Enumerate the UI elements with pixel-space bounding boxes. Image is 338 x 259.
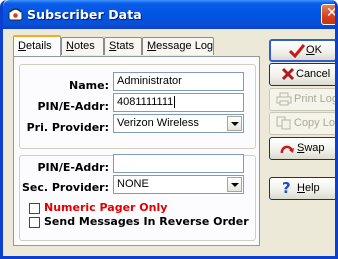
print-log-label: Print Log <box>294 93 338 105</box>
pin-email-label-secondary: PIN/E-Addr: <box>37 161 109 174</box>
copy-log-button[interactable]: Copy Log <box>269 112 338 135</box>
ok-label-rest: K <box>314 44 322 56</box>
swap-label: Swap <box>297 142 325 154</box>
primary-provider-select[interactable]: Verizon Wireless <box>113 114 244 133</box>
tab-message-log-label: essage Log <box>156 40 214 52</box>
copy-icon <box>276 116 291 130</box>
secondary-provider-label: Sec. Provider: <box>21 181 109 194</box>
help-button[interactable]: ? Help <box>269 177 335 200</box>
name-label: Name: <box>69 79 109 92</box>
close-icon: ✕ <box>326 5 338 21</box>
numeric-pager-label[interactable]: Numeric Pager Only <box>44 201 167 214</box>
tab-details-hotkey: D <box>18 40 26 52</box>
tab-details[interactable]: Details <box>13 35 61 56</box>
details-panel: Name: Administrator PIN/E-Addr: 40811111… <box>13 56 260 246</box>
tab-notes-label: otes <box>73 40 95 52</box>
reverse-order-label[interactable]: Send Messages In Reverse Order <box>44 215 249 228</box>
help-label: Help <box>297 182 320 194</box>
primary-provider-label: Pri. Provider: <box>26 121 109 134</box>
cancel-label: Cancel <box>296 68 331 80</box>
reverse-order-checkbox[interactable] <box>29 217 40 228</box>
tab-stats[interactable]: Stats <box>104 37 142 55</box>
tab-notes-hotkey: N <box>66 40 74 52</box>
phone-icon <box>8 8 23 21</box>
pin-email-field-primary[interactable]: 4081111111 <box>113 93 244 112</box>
ok-label: OK <box>306 44 322 56</box>
tab-message-log-hotkey: M <box>147 40 157 52</box>
print-log-button[interactable]: Print Log <box>269 88 338 111</box>
pin-email-value-primary: 4081111111 <box>117 96 174 108</box>
copy-log-label: Copy Log <box>294 117 338 129</box>
tab-message-log[interactable]: Message Log <box>142 37 214 55</box>
secondary-provider-select[interactable]: NONE <box>113 175 244 194</box>
swap-label-rest: wap <box>304 142 325 154</box>
x-icon <box>281 67 295 81</box>
pin-email-label-primary: PIN/E-Addr: <box>37 100 109 113</box>
printer-icon <box>276 92 292 106</box>
text-caret <box>174 96 176 109</box>
chevron-down-icon[interactable] <box>227 177 242 192</box>
checkmark-icon <box>289 44 305 58</box>
swap-arrows-icon <box>280 145 294 154</box>
tab-notes[interactable]: Notes <box>61 37 104 55</box>
name-field[interactable]: Administrator <box>113 72 244 91</box>
primary-provider-value: Verizon Wireless <box>117 117 199 129</box>
chevron-down-icon[interactable] <box>227 116 242 131</box>
tab-stats-label: tats <box>116 40 135 52</box>
secondary-provider-value: NONE <box>117 178 149 190</box>
pin-email-field-secondary[interactable] <box>113 154 244 173</box>
ok-hotkey: O <box>306 44 315 56</box>
help-hotkey: H <box>297 182 305 194</box>
title-bar[interactable]: Subscriber Data <box>3 0 335 29</box>
numeric-pager-checkbox[interactable] <box>29 203 40 214</box>
close-button[interactable]: ✕ <box>321 4 338 25</box>
window-title: Subscriber Data <box>27 7 142 22</box>
cancel-button[interactable]: Cancel <box>269 63 335 86</box>
tab-details-label: etails <box>25 40 52 52</box>
help-label-rest: elp <box>304 182 320 194</box>
subscriber-data-window: Subscriber Data ✕ Details Notes Stats Me… <box>0 0 338 259</box>
swap-button[interactable]: Swap <box>269 137 335 160</box>
ok-button[interactable]: OK <box>269 39 335 62</box>
question-icon: ? <box>282 179 291 197</box>
